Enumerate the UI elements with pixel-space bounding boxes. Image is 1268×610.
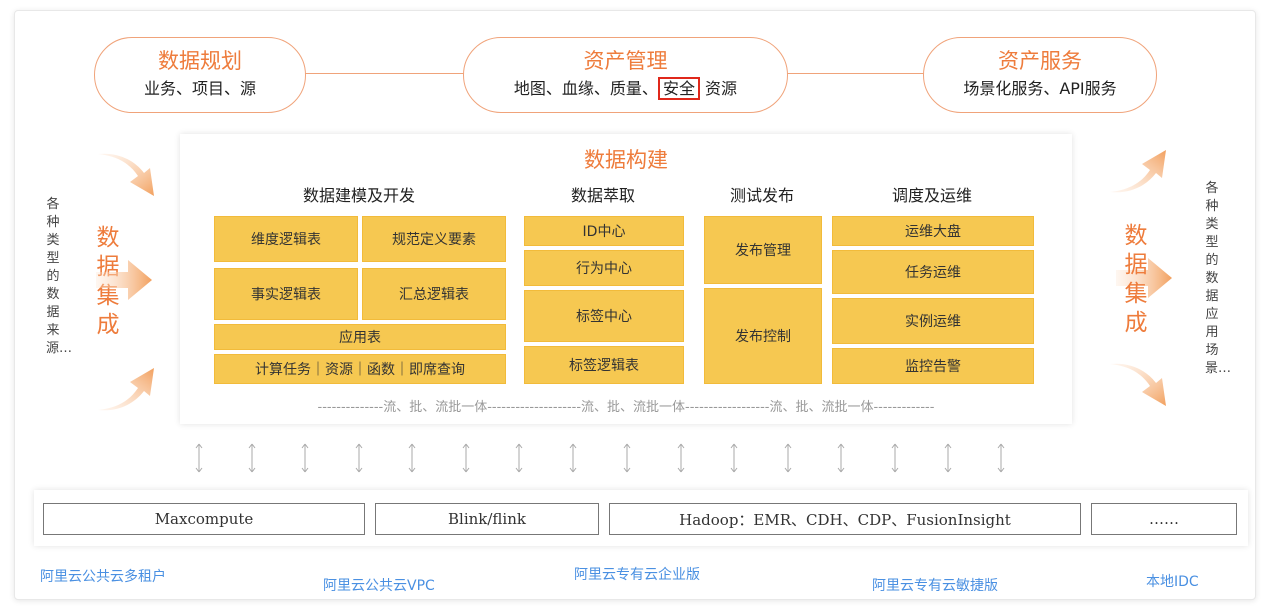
behavior-center: 行为中心 — [524, 250, 684, 286]
engine-maxcompute: Maxcompute — [43, 503, 365, 535]
compute-engine-bar: Maxcompute Blink/flink Hadoop：EMR、CDH、CD… — [34, 490, 1248, 546]
double-arrow-icon — [891, 443, 899, 473]
double-arrow-icon — [301, 443, 309, 473]
instance-ops: 实例运维 — [832, 298, 1034, 344]
management-title: 资产管理 — [583, 49, 668, 73]
extraction-column-title: 数据萃取 — [570, 186, 635, 205]
application-table: 应用表 — [214, 324, 506, 350]
dimension-logic-table: 维度逻辑表 — [214, 216, 358, 262]
planning-title: 数据规划 — [158, 49, 242, 73]
arrow-icon — [98, 153, 154, 196]
double-arrow-icon — [462, 443, 470, 473]
connector-left — [304, 73, 464, 74]
double-arrow-icon — [195, 443, 203, 473]
planning-pill: 数据规划 业务、项目、源 — [94, 37, 306, 113]
planning-subtitle: 业务、项目、源 — [143, 79, 256, 98]
double-arrow-icon — [784, 443, 792, 473]
engine-blink-flink: Blink/flink — [375, 503, 599, 535]
modeling-column-title: 数据建模及开发 — [302, 186, 415, 205]
double-arrow-icon — [248, 443, 256, 473]
double-arrow-icon — [677, 443, 685, 473]
double-arrow-icon — [569, 443, 577, 473]
stream-batch-footer: --------------流、批、流批一体------------------… — [317, 400, 935, 415]
management-pill: 资产管理 地图、血缘、质量、 安全 资源 — [463, 37, 788, 113]
tag-center: 标签中心 — [524, 290, 684, 342]
arrow-icon — [96, 260, 152, 300]
connector-right — [786, 73, 924, 74]
data-application-text: 各种类型的数据应用场景… — [1205, 181, 1232, 376]
fact-logic-table: 事实逻辑表 — [214, 268, 358, 320]
data-build-panel: 数据构建 数据建模及开发 数据萃取 测试发布 调度及运维 维度逻辑表 规范定义要… — [180, 134, 1072, 424]
monitoring-alerts: 监控告警 — [832, 348, 1034, 384]
engine-more: …… — [1091, 503, 1237, 535]
service-subtitle: 场景化服务、API服务 — [963, 79, 1117, 98]
double-arrow-icon — [408, 443, 416, 473]
right-integration-label: 数据集成 — [1124, 223, 1148, 336]
double-arrow-icon — [355, 443, 363, 473]
service-pill: 资产服务 场景化服务、API服务 — [923, 37, 1157, 113]
release-column-title: 测试发布 — [729, 186, 794, 205]
double-arrow-icon — [623, 443, 631, 473]
security-highlight: 安全 — [657, 77, 700, 100]
standard-definition-elements: 规范定义要素 — [362, 216, 506, 262]
id-center: ID中心 — [524, 216, 684, 246]
double-arrow-icon — [944, 443, 952, 473]
management-subtitle-prefix: 地图、血缘、质量、 — [513, 79, 658, 98]
double-arrow-icon — [837, 443, 845, 473]
data-source-text: 各种类型的数据来源… — [46, 197, 73, 356]
arrow-icon — [98, 368, 154, 411]
management-subtitle: 地图、血缘、质量、 安全 资源 — [464, 77, 787, 100]
release-management: 发布管理 — [704, 216, 822, 284]
data-build-title: 数据构建 — [584, 148, 668, 172]
deploy-local-idc: 本地IDC — [1146, 574, 1199, 590]
task-ops: 任务运维 — [832, 250, 1034, 294]
ops-dashboard: 运维大盘 — [832, 216, 1034, 246]
arrow-icon — [1110, 363, 1166, 406]
service-title: 资产服务 — [998, 49, 1082, 73]
deploy-private-agile: 阿里云专有云敏捷版 — [872, 578, 998, 594]
release-control: 发布控制 — [704, 288, 822, 384]
deploy-private-enterprise: 阿里云专有云企业版 — [574, 567, 700, 583]
double-arrow-icon — [515, 443, 523, 473]
engine-hadoop: Hadoop：EMR、CDH、CDP、FusionInsight — [609, 503, 1081, 535]
double-arrow-icon — [730, 443, 738, 473]
arrow-icon — [1110, 150, 1166, 193]
compute-resources-bar: 计算任务｜资源｜函数｜即席查询 — [214, 354, 506, 384]
management-subtitle-suffix: 资源 — [705, 79, 738, 98]
ops-column-title: 调度及运维 — [891, 186, 972, 205]
double-arrow-icon — [997, 443, 1005, 473]
deploy-public-vpc: 阿里云公共云VPC — [323, 578, 435, 594]
tag-logic-table: 标签逻辑表 — [524, 346, 684, 384]
deploy-public-multitenant: 阿里云公共云多租户 — [40, 569, 166, 585]
summary-logic-table: 汇总逻辑表 — [362, 268, 506, 320]
